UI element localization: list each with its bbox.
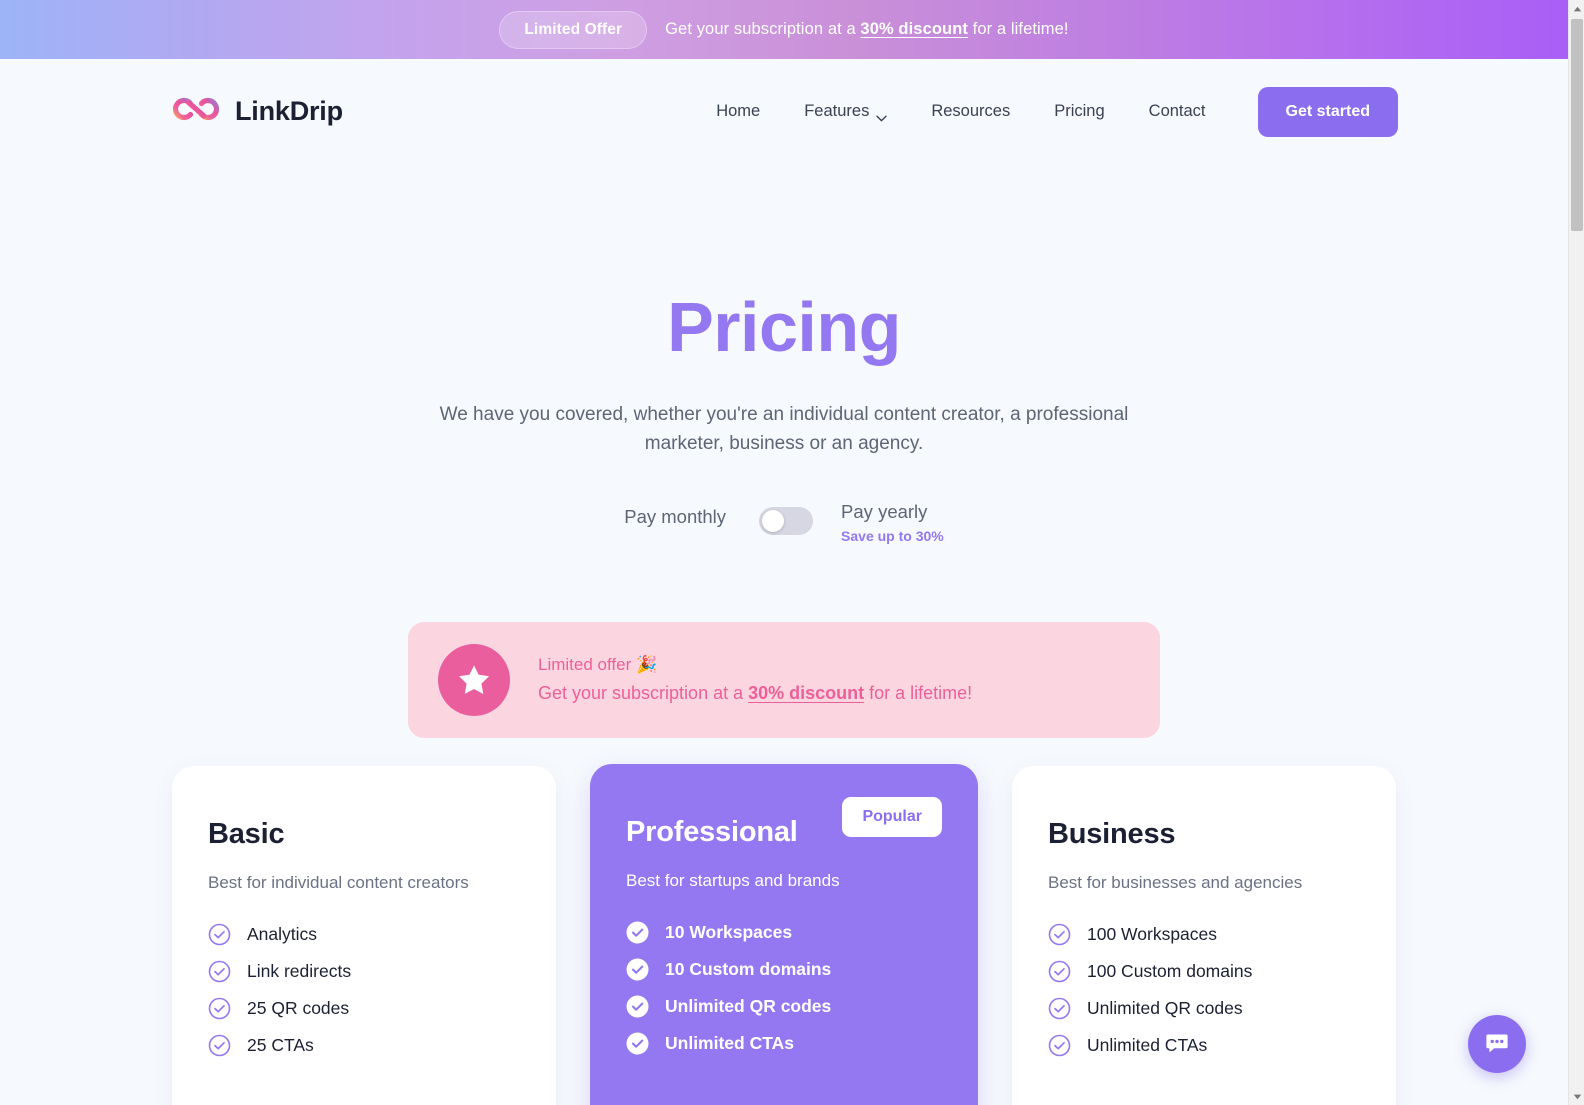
list-item: 10 Workspaces [626, 921, 942, 944]
plan-tagline: Best for businesses and agencies [1048, 872, 1303, 892]
pay-yearly-label[interactable]: Pay yearly [841, 501, 944, 523]
check-circle-icon [626, 958, 649, 981]
limited-offer-banner: Limited offer 🎉 Get your subscription at… [408, 621, 1160, 738]
promo-text-after: for a lifetime! [967, 20, 1069, 38]
offer-line-2: Get your subscription at a 30% discount … [538, 683, 972, 704]
list-item: 10 Custom domains [626, 958, 942, 981]
feature-label: 10 Workspaces [665, 921, 793, 942]
promo-discount-link[interactable]: 30% discount [860, 20, 968, 38]
pricing-card-professional[interactable]: Popular Professional Best for startups a… [590, 763, 978, 1105]
scrollbar-thumb[interactable] [1571, 19, 1583, 231]
star-badge-icon [438, 643, 510, 716]
offer-text-before: Get your subscription at a [538, 683, 749, 704]
main-navigation: Home Features Resources Pricing Contact [694, 86, 1398, 137]
hero-section: Pricing We have you covered, whether you… [0, 164, 1568, 459]
billing-period-toggle-group: Pay monthly Pay yearly Save up to 30% [0, 501, 1568, 544]
check-circle-icon [1048, 960, 1071, 983]
offer-text-after: for a lifetime! [864, 683, 973, 704]
nav-label: Resources [931, 102, 1011, 120]
list-item: 25 QR codes [208, 997, 520, 1020]
list-item: Unlimited QR codes [626, 995, 942, 1018]
hero-subtitle: We have you covered, whether you're an i… [439, 404, 1129, 455]
save-up-to-label: Save up to 30% [841, 527, 944, 544]
check-circle-icon [208, 960, 231, 983]
feature-label: 10 Custom domains [665, 958, 832, 979]
list-item: 100 Custom domains [1048, 960, 1360, 983]
feature-label: Unlimited QR codes [665, 995, 832, 1016]
scroll-down-arrow-icon[interactable] [1569, 1088, 1584, 1105]
brand-logo[interactable]: LinkDrip [170, 92, 343, 131]
check-circle-icon [208, 997, 231, 1020]
pay-yearly-group: Pay yearly Save up to 30% [841, 501, 944, 544]
popular-badge: Popular [842, 796, 942, 837]
pricing-cards: Basic Best for individual content creato… [0, 763, 1568, 1105]
infinity-logo-icon [170, 92, 222, 131]
check-circle-icon [626, 921, 649, 944]
check-circle-icon [1048, 997, 1071, 1020]
nav-item-resources[interactable]: Resources [909, 92, 1032, 131]
scroll-up-arrow-icon[interactable] [1569, 0, 1584, 17]
check-circle-icon [208, 1034, 231, 1057]
site-header: LinkDrip Home Features Resources Pricing [0, 59, 1568, 164]
offer-line-1: Limited offer 🎉 [538, 655, 658, 675]
nav-label: Home [716, 102, 761, 120]
page-content: Limited Offer Get your subscription at a… [0, 0, 1568, 1105]
check-circle-icon [1048, 1034, 1071, 1057]
promo-text-before: Get your subscription at a [665, 20, 861, 38]
plan-name: Basic [208, 817, 285, 850]
plan-name: Business [1048, 817, 1176, 850]
feature-label: 100 Workspaces [1087, 923, 1218, 944]
feature-label: 25 QR codes [247, 997, 350, 1018]
feature-label: Analytics [247, 923, 318, 944]
list-item: Unlimited CTAs [1048, 1034, 1360, 1057]
feature-label: 100 Custom domains [1087, 960, 1253, 981]
feature-label: Unlimited QR codes [1087, 997, 1243, 1018]
nav-label: Pricing [1054, 102, 1105, 120]
plan-feature-list: Analytics Link redirects 25 QR codes 25 … [208, 923, 520, 1057]
plan-feature-list: 10 Workspaces 10 Custom domains Unlimite… [626, 921, 942, 1055]
offer-text-block: Limited offer 🎉 Get your subscription at… [538, 655, 972, 704]
feature-label: Unlimited CTAs [665, 1032, 794, 1053]
plan-tagline: Best for startups and brands [626, 870, 840, 890]
check-circle-icon [1048, 923, 1071, 946]
nav-item-contact[interactable]: Contact [1127, 92, 1228, 131]
plan-feature-list: 100 Workspaces 100 Custom domains Unlimi… [1048, 923, 1360, 1057]
pricing-card-basic[interactable]: Basic Best for individual content creato… [172, 765, 556, 1105]
check-circle-icon [626, 995, 649, 1018]
pay-monthly-label[interactable]: Pay monthly [624, 501, 726, 528]
plan-tagline: Best for individual content creators [208, 872, 469, 892]
promo-banner: Limited Offer Get your subscription at a… [0, 0, 1568, 59]
list-item: Unlimited QR codes [1048, 997, 1360, 1020]
billing-toggle-switch[interactable] [759, 506, 814, 535]
get-started-button[interactable]: Get started [1257, 86, 1398, 137]
feature-label: 25 CTAs [247, 1034, 314, 1055]
offer-discount-link[interactable]: 30% discount [748, 683, 864, 703]
chat-widget-button[interactable] [1468, 1015, 1526, 1073]
feature-label: Unlimited CTAs [1087, 1034, 1208, 1055]
list-item: Unlimited CTAs [626, 1032, 942, 1055]
list-item: Link redirects [208, 960, 520, 983]
page-scrollbar[interactable] [1568, 0, 1584, 1105]
feature-label: Link redirects [247, 960, 352, 981]
nav-item-features[interactable]: Features [782, 92, 909, 131]
browser-viewport: Limited Offer Get your subscription at a… [0, 0, 1584, 1105]
nav-item-home[interactable]: Home [694, 92, 782, 131]
limited-offer-pill[interactable]: Limited Offer [499, 10, 648, 49]
nav-label: Contact [1148, 102, 1206, 120]
list-item: 25 CTAs [208, 1034, 520, 1057]
brand-name: LinkDrip [235, 96, 343, 126]
check-circle-icon [626, 1032, 649, 1055]
page-title: Pricing [667, 288, 901, 366]
chevron-down-icon [876, 108, 888, 122]
list-item: 100 Workspaces [1048, 923, 1360, 946]
check-circle-icon [208, 923, 231, 946]
promo-banner-text: Get your subscription at a 30% discount … [665, 20, 1069, 39]
list-item: Analytics [208, 923, 520, 946]
nav-item-pricing[interactable]: Pricing [1032, 92, 1126, 131]
toggle-knob [762, 509, 785, 532]
nav-label: Features [804, 102, 870, 120]
pricing-card-business[interactable]: Business Best for businesses and agencie… [1012, 765, 1396, 1105]
chat-bubble-icon [1483, 1029, 1511, 1060]
